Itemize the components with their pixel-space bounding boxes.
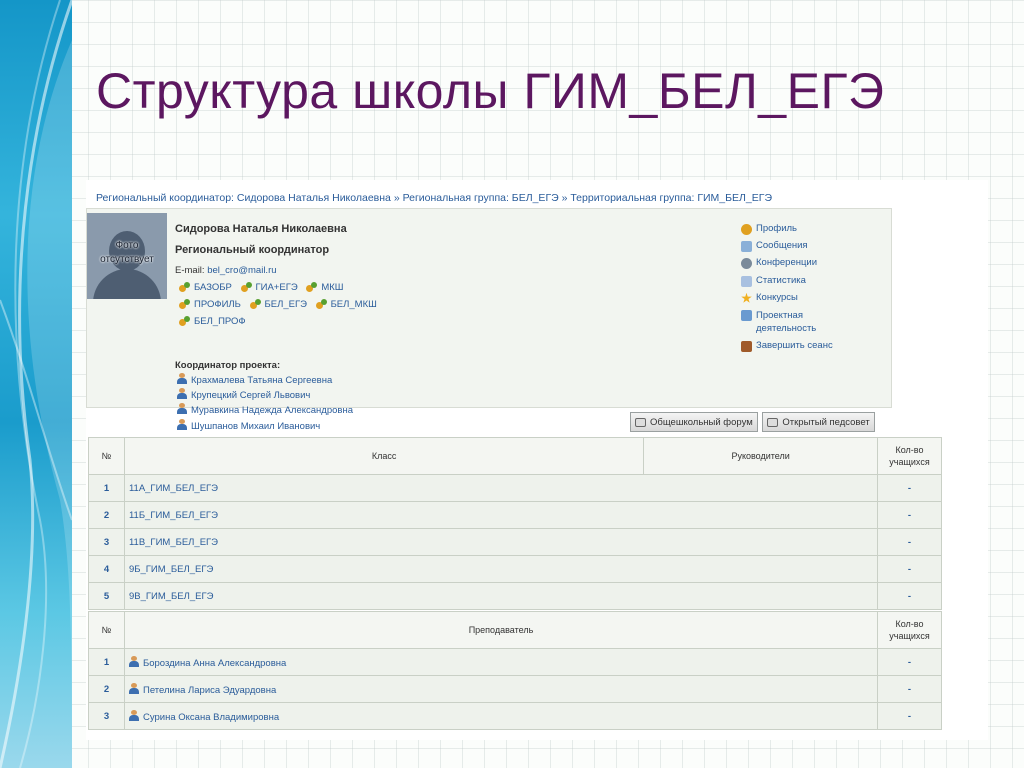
menu-item-profile[interactable]: Профиль: [741, 223, 881, 240]
group-links: БАЗОБР ГИА+ЕГЭ МКШ ПРОФИЛЬ БЕЛ_ЕГЭ БЕЛ_М…: [179, 279, 409, 330]
person-icon: [741, 224, 752, 235]
table-row: 4 9Б_ГИМ_БЕЛ_ЕГЭ -: [88, 555, 942, 583]
person-icon: [177, 388, 187, 400]
school-structure-panel: Региональный координатор: Сидорова Натал…: [86, 180, 988, 740]
teachers-table: № Преподаватель Кол-во учащихся 1 Борозди…: [88, 611, 942, 730]
col-num-header: №: [88, 437, 125, 475]
table-row: 1 11А_ГИМ_БЕЛ_ЕГЭ -: [88, 474, 942, 502]
open-council-button[interactable]: Открытый педсовет: [762, 412, 875, 432]
class-link[interactable]: 11Б_ГИМ_БЕЛ_ЕГЭ: [123, 501, 879, 529]
group-icon: [315, 299, 328, 310]
star-icon: [741, 292, 752, 303]
breadcrumb[interactable]: Региональный координатор: Сидорова Натал…: [96, 192, 772, 204]
profile-role: Региональный координатор: [175, 244, 330, 256]
school-forum-button[interactable]: Общешкольный форум: [630, 412, 758, 432]
coordinators-heading: Координатор проекта:: [175, 360, 281, 371]
table-row: 1 Бороздина Анна Александровна -: [88, 648, 942, 676]
group-link[interactable]: МКШ: [306, 279, 343, 296]
menu-item-messages[interactable]: Сообщения: [741, 240, 881, 257]
col-count-header: Кол-во учащихся: [877, 611, 942, 649]
teacher-link[interactable]: Петелина Лариса Эдуардовна: [124, 675, 878, 703]
class-link[interactable]: 11А_ГИМ_БЕЛ_ЕГЭ: [123, 474, 879, 502]
profile-box: Фото отсутствует Сидорова Наталья Николае…: [86, 208, 892, 432]
col-leaders-header: Руководители: [643, 437, 878, 475]
class-link[interactable]: 9Б_ГИМ_БЕЛ_ЕГЭ: [123, 555, 879, 583]
table-header-row: № Преподаватель Кол-во учащихся: [88, 611, 942, 649]
table-row: 3 11В_ГИМ_БЕЛ_ЕГЭ -: [88, 528, 942, 556]
person-icon: [129, 682, 139, 694]
email-link[interactable]: bel_cro@mail.ru: [207, 265, 276, 276]
photo-placeholder-caption: Фото отсутствует: [100, 240, 154, 265]
group-link[interactable]: ПРОФИЛЬ: [179, 296, 241, 313]
profile-email: E-mail: bel_cro@mail.ru: [175, 265, 277, 276]
avatar: Фото отсутствует: [87, 213, 167, 299]
col-class-header: Класс: [123, 437, 645, 475]
forum-buttons: Общешкольный форум Открытый педсовет: [630, 412, 877, 432]
coordinator-link[interactable]: Крупецкий Сергей Львович: [177, 388, 353, 403]
person-icon: [177, 403, 187, 415]
document-icon: [741, 309, 752, 321]
menu-item-project-activity[interactable]: Проектная деятельность: [741, 309, 881, 340]
group-icon: [249, 299, 262, 310]
forum-icon: [635, 417, 646, 427]
person-icon: [129, 655, 139, 667]
person-icon: [129, 709, 139, 721]
group-icon: [179, 316, 191, 327]
coordinator-link[interactable]: Крахмалева Татьяна Сергеевна: [177, 373, 353, 388]
group-link[interactable]: БЕЛ_ЕГЭ: [249, 296, 307, 313]
menu-item-logout[interactable]: Завершить сеанс: [741, 340, 881, 357]
coordinators-list: Крахмалева Татьяна Сергеевна Крупецкий С…: [177, 373, 353, 434]
account-menu: Профиль Сообщения Конференции Статистика…: [741, 223, 881, 357]
person-icon: [177, 373, 187, 384]
logout-icon: [741, 340, 752, 352]
decorative-side-strip: [0, 0, 72, 768]
council-icon: [767, 417, 779, 427]
col-teacher-header: Преподаватель: [124, 611, 878, 649]
table-row: 2 Петелина Лариса Эдуардовна -: [88, 675, 942, 703]
group-link[interactable]: БЕЛ_МКШ: [315, 296, 377, 313]
group-link[interactable]: БЕЛ_ПРОФ: [179, 313, 246, 330]
coordinator-link[interactable]: Шушпанов Михаил Иванович: [177, 418, 353, 434]
class-link[interactable]: 9В_ГИМ_БЕЛ_ЕГЭ: [123, 582, 879, 610]
profile-name: Сидорова Наталья Николаевна: [175, 223, 347, 235]
col-num-header: №: [88, 611, 125, 649]
class-link[interactable]: 11В_ГИМ_БЕЛ_ЕГЭ: [123, 528, 879, 556]
group-icon: [306, 282, 318, 293]
classes-table: № Класс Руководители Кол-во учащихся 1 11…: [88, 437, 942, 610]
chart-icon: [741, 275, 752, 287]
table-header-row: № Класс Руководители Кол-во учащихся: [88, 437, 942, 475]
table-row: 5 9В_ГИМ_БЕЛ_ЕГЭ -: [88, 582, 942, 610]
table-row: 3 Сурина Оксана Владимировна -: [88, 702, 942, 730]
conference-icon: [741, 258, 752, 270]
coordinator-link[interactable]: Муравкина Надежда Александровна: [177, 403, 353, 418]
group-link[interactable]: БАЗОБР: [179, 279, 232, 296]
teacher-link[interactable]: Сурина Оксана Владимировна: [124, 702, 878, 730]
menu-item-statistics[interactable]: Статистика: [741, 275, 881, 292]
menu-item-contests[interactable]: Конкурсы: [741, 292, 881, 309]
teacher-link[interactable]: Бороздина Анна Александровна: [124, 648, 878, 676]
group-icon: [240, 282, 253, 293]
envelope-icon: [741, 241, 752, 253]
group-icon: [179, 282, 191, 293]
group-icon: [179, 299, 191, 310]
person-icon: [177, 418, 187, 430]
group-link[interactable]: ГИА+ЕГЭ: [240, 279, 298, 296]
table-row: 2 11Б_ГИМ_БЕЛ_ЕГЭ -: [88, 501, 942, 529]
menu-item-conferences[interactable]: Конференции: [741, 257, 881, 274]
col-count-header: Кол-во учащихся: [877, 437, 942, 475]
slide-title: Структура школы ГИМ_БЕЛ_ЕГЭ: [96, 63, 885, 119]
